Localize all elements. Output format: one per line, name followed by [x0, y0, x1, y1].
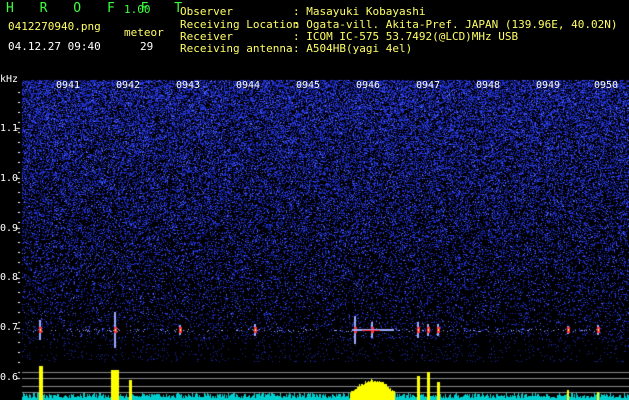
observer-label: Observer: [180, 5, 233, 18]
time-tick-label: 0941: [56, 80, 81, 91]
antenna-label: Receiving antenna: [180, 42, 293, 55]
y-tick-label: 0.9: [0, 223, 19, 234]
y-tick-label: 0.7: [0, 322, 19, 333]
time-tick-label: 0948: [476, 80, 501, 91]
observer-value: : Masayuki Kobayashi: [293, 5, 426, 18]
app-title: H R O F F T: [6, 1, 192, 16]
time-tick-label: 0942: [116, 80, 141, 91]
y-tick-label: 0.8: [0, 272, 19, 283]
time-tick-label: 0947: [416, 80, 441, 91]
time-tick-label: 0944: [236, 80, 261, 91]
meteor-label: meteor: [124, 26, 164, 39]
antenna-value: : A504HB(yagi 4el): [293, 42, 413, 55]
file-name: 0412270940.png: [8, 20, 101, 33]
meteor-count: 29: [140, 40, 154, 53]
time-tick-label: 0945: [296, 80, 321, 91]
y-tick-label: 1.1: [0, 123, 19, 134]
y-tick-label: 0.6: [0, 372, 19, 383]
time-tick-label: 0949: [536, 80, 561, 91]
axis-unit-label: kHz: [0, 74, 19, 85]
header-panel: H R O F F T 1.00 0412270940.png meteor 0…: [0, 0, 629, 72]
time-tick-label: 0946: [356, 80, 381, 91]
spectrogram-canvas: [0, 72, 629, 400]
file-datetime: 04.12.27 09:40: [8, 40, 101, 53]
y-tick-label: 1.0: [0, 173, 19, 184]
app-version: 1.00: [124, 3, 151, 16]
time-tick-label: 0950: [594, 80, 619, 91]
time-tick-label: 0943: [176, 80, 201, 91]
